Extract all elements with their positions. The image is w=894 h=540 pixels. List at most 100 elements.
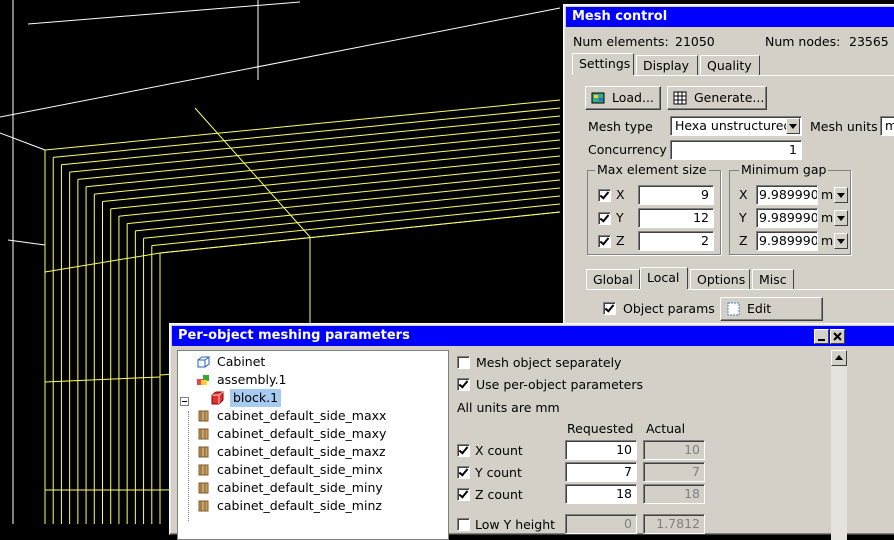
x-count-checkbox[interactable]	[457, 444, 470, 457]
mesh-type-dropdown-arrow[interactable]	[786, 118, 800, 134]
block-icon	[211, 391, 224, 405]
edit-params-icon	[727, 302, 740, 316]
mesh-units-field[interactable]: m	[880, 116, 894, 136]
per-object-title: Per-object meshing parameters	[172, 326, 894, 346]
load-button[interactable]: Load...	[585, 86, 661, 110]
scroll-up-button[interactable]	[831, 350, 847, 366]
mesh-type-select[interactable]: Hexa unstructured	[670, 116, 802, 136]
use-per-object-label: Use per-object parameters	[476, 377, 644, 392]
max-size-z-input[interactable]: 2	[638, 231, 714, 251]
max-element-size-label: Max element size	[595, 162, 709, 177]
tree-item-assembly-label: assembly.1	[217, 372, 287, 387]
num-elements-value: 21050	[675, 34, 715, 49]
max-size-z-checkbox[interactable]	[598, 235, 611, 248]
mesh-type-value: Hexa unstructured	[675, 118, 792, 133]
subtab-misc[interactable]: Misc	[752, 269, 794, 289]
low-y-label: Low Y height	[475, 517, 556, 532]
gap-y-label: Y	[739, 210, 747, 225]
params-scrollbar[interactable]	[831, 350, 847, 540]
object-params-label: Object params	[623, 301, 715, 316]
tree-item-block-label: block.1	[230, 389, 282, 407]
tree-item-side-miny-label: cabinet_default_side_miny	[217, 480, 383, 495]
gap-x-unit: m	[821, 187, 834, 202]
edit-params-button[interactable]: Edit params	[720, 297, 823, 338]
y-count-requested-input[interactable]: 7	[565, 462, 637, 482]
gap-z-unit: m	[821, 233, 834, 248]
close-button[interactable]	[830, 329, 845, 344]
gap-x-input[interactable]: 9.9899900	[756, 185, 818, 205]
tree-item-side-maxz-label: cabinet_default_side_maxz	[217, 444, 386, 459]
gap-x-value: 9.9899900	[759, 187, 818, 202]
object-tree[interactable]: Cabinet assembly.1 block.1 cabinet_defau…	[177, 350, 449, 540]
mesh-control-panel: Mesh control Num elements: 21050 Num nod…	[563, 4, 894, 338]
max-size-x-input[interactable]: 9	[638, 185, 714, 205]
object-params-checkbox[interactable]	[603, 302, 616, 315]
z-count-label: Z count	[475, 487, 523, 502]
generate-button[interactable]: Generate...	[667, 86, 767, 110]
low-y-checkbox[interactable]	[457, 518, 470, 531]
per-object-dialog: Per-object meshing parameters Cabinet as…	[169, 323, 894, 540]
tab-display[interactable]: Display	[636, 55, 698, 75]
units-note: All units are mm	[457, 400, 560, 415]
minimum-gap-label: Minimum gap	[739, 162, 829, 177]
z-count-actual-field: 18	[643, 484, 705, 504]
per-object-title-text: Per-object meshing parameters	[178, 328, 410, 343]
tree-item-cabinet-label: Cabinet	[217, 354, 266, 369]
gap-z-unit-dropdown[interactable]	[834, 233, 848, 249]
use-per-object-checkbox[interactable]	[457, 378, 470, 391]
num-nodes-value: 23565	[849, 34, 889, 49]
x-count-requested-input[interactable]: 10	[565, 440, 637, 460]
gap-z-label: Z	[739, 233, 748, 248]
tree-item-side-minx-label: cabinet_default_side_minx	[217, 462, 383, 477]
gap-z-value: 9.9899900	[759, 233, 818, 248]
low-y-requested-input[interactable]: 0	[565, 514, 637, 534]
gap-y-input[interactable]: 9.9899900	[756, 208, 818, 228]
max-size-x-checkbox[interactable]	[598, 189, 611, 202]
load-icon	[591, 92, 605, 104]
num-elements-label: Num elements:	[573, 34, 669, 49]
mesh-separately-label: Mesh object separately	[476, 355, 622, 370]
max-size-x-value: 9	[701, 187, 709, 202]
tree-item-side-minz-label: cabinet_default_side_minz	[217, 498, 382, 513]
x-count-actual-value: 10	[684, 442, 700, 457]
wall-icon	[198, 410, 209, 422]
load-button-label: Load...	[612, 90, 654, 105]
grid-icon	[673, 91, 687, 105]
x-count-actual-field: 10	[643, 440, 705, 460]
wall-icon	[198, 428, 209, 440]
minimize-button[interactable]	[814, 329, 829, 344]
y-count-label: Y count	[475, 465, 522, 480]
max-size-z-label: Z	[616, 233, 625, 248]
tab-quality[interactable]: Quality	[700, 55, 760, 75]
max-size-y-input[interactable]: 12	[638, 208, 714, 228]
max-size-z-value: 2	[701, 233, 709, 248]
subtab-global[interactable]: Global	[586, 269, 640, 289]
mesh-type-label: Mesh type	[588, 119, 653, 134]
y-count-actual-field: 7	[643, 462, 705, 482]
gap-x-unit-dropdown[interactable]	[834, 187, 848, 203]
tree-expander[interactable]	[180, 397, 189, 406]
mesh-separately-checkbox[interactable]	[457, 356, 470, 369]
subtab-options[interactable]: Options	[690, 269, 750, 289]
cabinet-icon	[197, 356, 210, 368]
requested-header: Requested	[567, 421, 634, 436]
wall-icon	[198, 482, 209, 494]
subtab-local[interactable]: Local	[640, 267, 688, 289]
gap-z-input[interactable]: 9.9899900	[756, 231, 818, 251]
y-count-checkbox[interactable]	[457, 466, 470, 479]
max-size-y-checkbox[interactable]	[598, 212, 611, 225]
z-count-checkbox[interactable]	[457, 488, 470, 501]
generate-button-label: Generate...	[694, 90, 765, 105]
mesh-control-title: Mesh control	[566, 7, 894, 27]
assembly-icon	[197, 375, 209, 385]
close-icon	[833, 332, 842, 341]
actual-header: Actual	[646, 421, 686, 436]
tab-settings[interactable]: Settings	[572, 53, 634, 75]
low-y-actual-field: 1.7812	[643, 514, 705, 534]
gap-y-unit-dropdown[interactable]	[834, 210, 848, 226]
z-count-requested-value: 18	[616, 486, 632, 501]
max-size-x-label: X	[616, 187, 625, 202]
z-count-requested-input[interactable]: 18	[565, 484, 637, 504]
concurrency-input[interactable]: 1	[670, 140, 802, 160]
x-count-label: X count	[475, 443, 523, 458]
